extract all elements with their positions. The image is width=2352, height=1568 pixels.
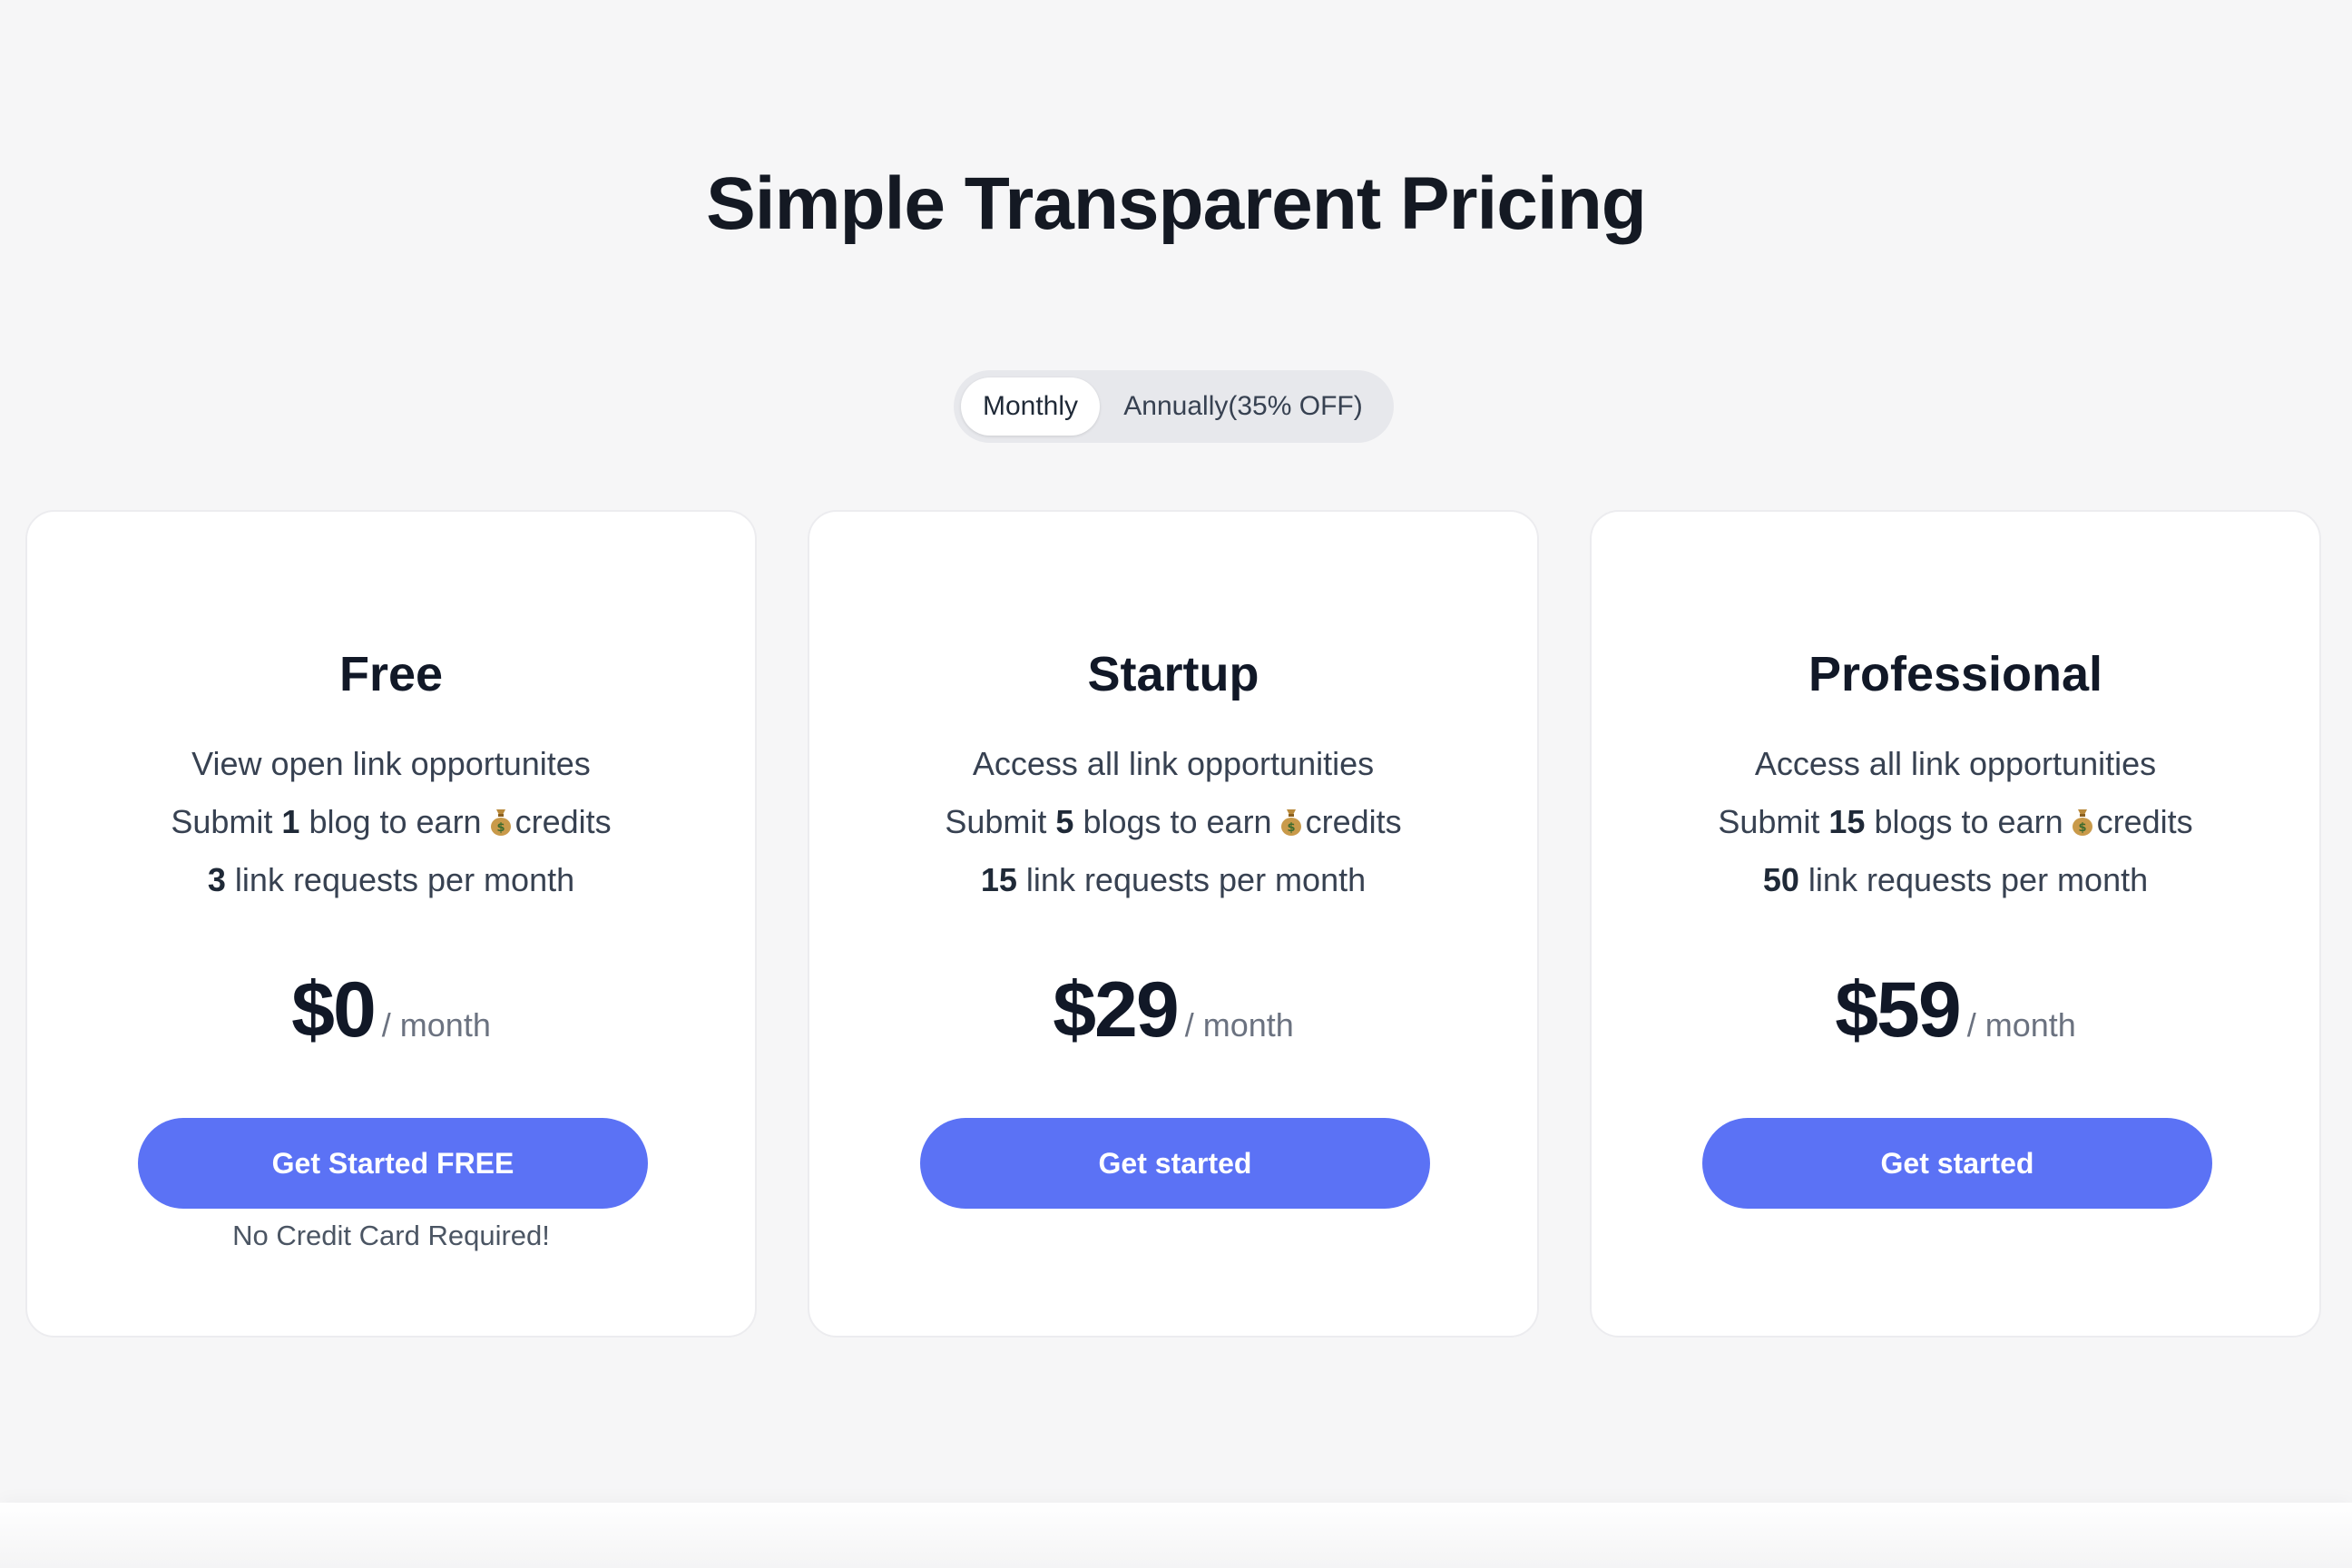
plan-name: Startup	[1087, 647, 1259, 701]
feature-list: View open link opportunites Submit 1 blo…	[27, 735, 755, 909]
feature-item: Access all link opportunities	[1592, 735, 2319, 793]
feature-item: Access all link opportunities	[809, 735, 1537, 793]
pricing-card-professional: Professional Access all link opportuniti…	[1590, 510, 2321, 1338]
price-amount: $59	[1835, 966, 1961, 1054]
feature-suffix: link requests per month	[225, 861, 575, 898]
feature-count: 5	[1055, 803, 1074, 840]
money-bag-icon: $	[2072, 809, 2092, 836]
feature-suffix: link requests per month	[1016, 861, 1367, 898]
feature-suffix: blogs to earn	[1865, 803, 2063, 840]
feature-list: Access all link opportunities Submit 5 b…	[809, 735, 1537, 909]
feature-count: 1	[281, 803, 300, 840]
toggle-monthly[interactable]: Monthly	[961, 377, 1100, 436]
billing-period-toggle[interactable]: Monthly Annually(35% OFF)	[954, 370, 1394, 443]
feature-credits: credits	[2096, 803, 2193, 840]
feature-item: 50 link requests per month	[1592, 851, 2319, 909]
pricing-card-startup: Startup Access all link opportunities Su…	[808, 510, 1539, 1338]
feature-item: 15 link requests per month	[809, 851, 1537, 909]
feature-suffix: link requests per month	[1798, 861, 2149, 898]
feature-prefix: Submit	[1718, 803, 1829, 840]
feature-item: Submit 15 blogs to earn $ credits	[1592, 793, 2319, 851]
get-started-professional-button[interactable]: Get started	[1702, 1118, 2212, 1209]
feature-text: Access all link opportunities	[972, 745, 1375, 782]
no-credit-card-note: No Credit Card Required!	[232, 1220, 550, 1251]
toggle-annually[interactable]: Annually(35% OFF)	[1100, 377, 1387, 436]
svg-text:$: $	[496, 821, 505, 835]
get-started-free-button[interactable]: Get Started FREE	[138, 1118, 648, 1209]
price-amount: $0	[291, 966, 377, 1054]
svg-text:$: $	[1287, 821, 1295, 835]
get-started-startup-button[interactable]: Get started	[920, 1118, 1430, 1209]
feature-prefix: Submit	[171, 803, 282, 840]
feature-item: Submit 5 blogs to earn $ credits	[809, 793, 1537, 851]
feature-item: Submit 1 blog to earn $ credits	[27, 793, 755, 851]
feature-item: View open link opportunites	[27, 735, 755, 793]
svg-text:$: $	[2078, 821, 2086, 835]
money-bag-icon: $	[490, 809, 511, 836]
feature-credits: credits	[1305, 803, 1402, 840]
money-bag-icon: $	[1280, 809, 1301, 836]
feature-count: 15	[1828, 803, 1866, 840]
feature-count: 3	[207, 861, 226, 898]
price-row: $29 / month	[809, 965, 1537, 1055]
plan-name: Free	[338, 647, 444, 701]
price-period: / month	[1184, 1006, 1294, 1044]
price-period: / month	[381, 1006, 491, 1044]
feature-list: Access all link opportunities Submit 15 …	[1592, 735, 2319, 909]
price-row: $59 / month	[1592, 965, 2319, 1055]
price-period: / month	[1966, 1006, 2076, 1044]
page-title: Simple Transparent Pricing	[706, 162, 1647, 245]
feature-suffix: blogs to earn	[1073, 803, 1272, 840]
feature-suffix: blog to earn	[299, 803, 482, 840]
feature-text: Access all link opportunities	[1754, 745, 2157, 782]
feature-text: View open link opportunites	[191, 745, 591, 782]
feature-count: 50	[1762, 861, 1799, 898]
pricing-card-free: Free View open link opportunites Submit …	[25, 510, 757, 1338]
feature-prefix: Submit	[945, 803, 1056, 840]
feature-count: 15	[980, 861, 1017, 898]
feature-item: 3 link requests per month	[27, 851, 755, 909]
plan-name: Professional	[1808, 647, 2103, 701]
price-amount: $29	[1053, 966, 1179, 1054]
price-row: $0 / month	[27, 965, 755, 1055]
feature-credits: credits	[514, 803, 612, 840]
footer-band	[0, 1503, 2352, 1568]
